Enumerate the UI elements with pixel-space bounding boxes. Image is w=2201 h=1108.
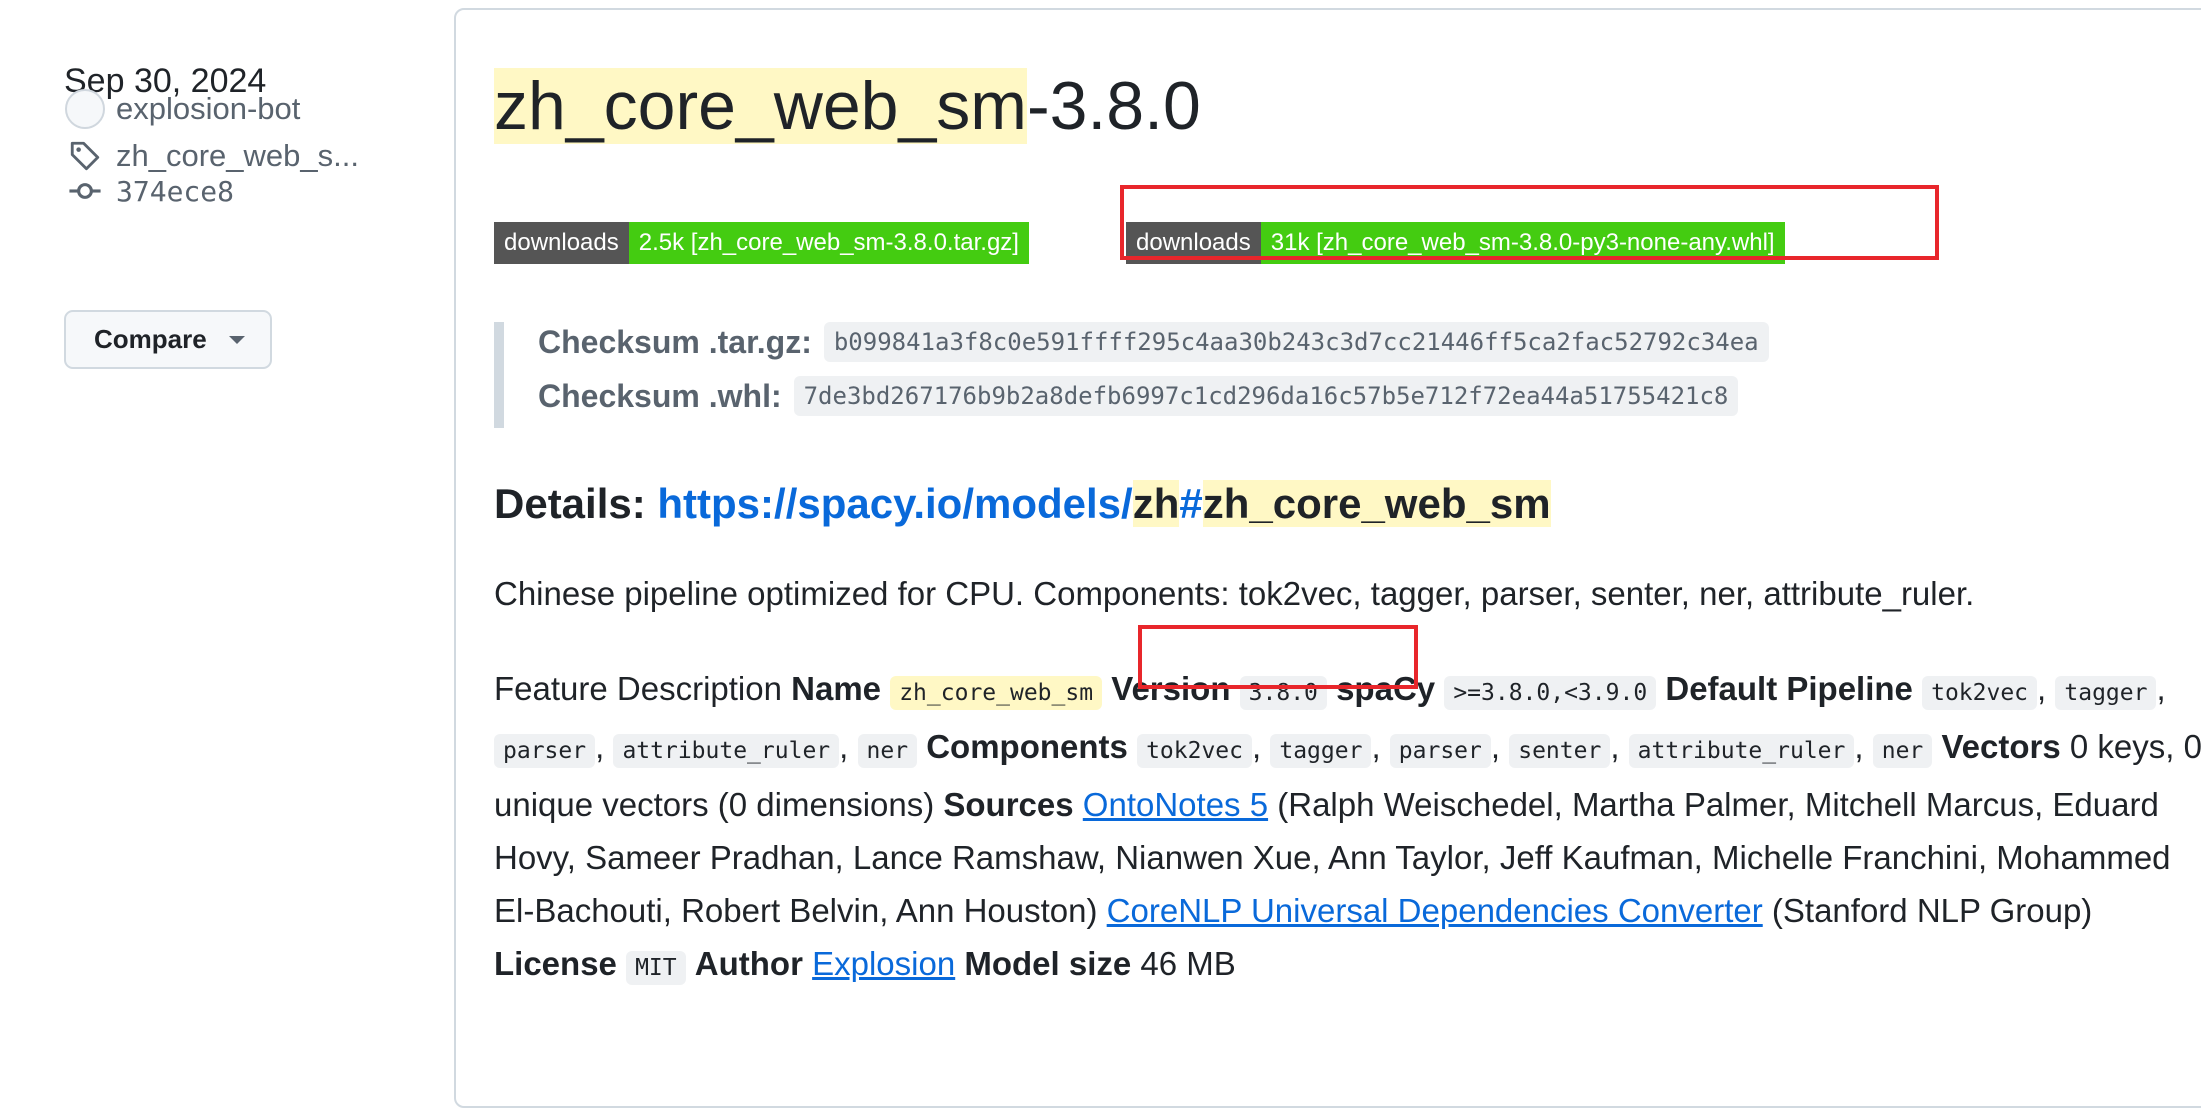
tag-name[interactable]: zh_core_web_s...	[116, 138, 359, 174]
pipeline-item: tok2vec	[1922, 676, 2038, 710]
commit-sha[interactable]: 374ece8	[116, 175, 234, 208]
feature-description: Feature Description Name zh_core_web_sm …	[494, 662, 2201, 995]
component-item: tok2vec	[1137, 734, 1252, 768]
release-title[interactable]: zh_core_web_sm-3.8.0	[494, 66, 1201, 148]
checksum-label: Checksum .tar.gz:	[538, 323, 812, 360]
pipeline-item: attribute_ruler	[613, 734, 840, 768]
ontonotes-link[interactable]: OntoNotes 5	[1083, 786, 1268, 823]
author-name[interactable]: explosion-bot	[116, 91, 300, 127]
badge-value: 2.5k [zh_core_web_sm-3.8.0.tar.gz]	[628, 222, 1029, 264]
model-description: Chinese pipeline optimized for CPU. Comp…	[494, 575, 1975, 612]
version-value: 3.8.0	[1239, 676, 1327, 710]
checksum-whl: Checksum .whl: 7de3bd267176b9b2a8defb699…	[538, 376, 1739, 416]
pipeline-item: parser	[494, 734, 596, 768]
badge-label: downloads	[494, 222, 629, 264]
title-highlight: zh_core_web_sm	[494, 68, 1027, 144]
component-item: attribute_ruler	[1628, 734, 1855, 768]
component-item: tagger	[1270, 734, 1372, 768]
checksum-value: 7de3bd267176b9b2a8defb6997c1cd296da16c57…	[793, 376, 1739, 416]
compare-label: Compare	[94, 324, 207, 354]
commit-row[interactable]: 374ece8	[64, 170, 234, 212]
license-value: MIT	[626, 951, 686, 985]
checksum-value: b099841a3f8c0e591ffff295c4aa30b243c3d7cc…	[823, 322, 1769, 362]
checksum-label: Checksum .whl:	[538, 377, 782, 414]
details-heading: Details: https://spacy.io/models/zh#zh_c…	[494, 480, 1551, 528]
pipeline-item: ner	[857, 734, 918, 768]
chevron-down-icon	[228, 335, 245, 344]
badge-value: 31k [zh_core_web_sm-3.8.0-py3-none-any.w…	[1260, 222, 1785, 264]
component-item: parser	[1389, 734, 1491, 768]
title-version: -3.8.0	[1026, 68, 1201, 144]
name-value: zh_core_web_sm	[890, 676, 1103, 710]
explosion-link[interactable]: Explosion	[812, 945, 955, 982]
author-row[interactable]: explosion-bot	[64, 88, 300, 130]
downloads-badge-targz[interactable]: downloads 2.5k [zh_core_web_sm-3.8.0.tar…	[494, 222, 1029, 264]
badge-label: downloads	[1126, 222, 1261, 264]
checksum-targz: Checksum .tar.gz: b099841a3f8c0e591ffff2…	[538, 322, 1769, 362]
avatar	[65, 89, 105, 129]
commit-icon	[64, 170, 106, 212]
spacy-version-value: >=3.8.0,<3.9.0	[1444, 676, 1657, 710]
component-item: senter	[1509, 734, 1611, 768]
corenlp-link[interactable]: CoreNLP Universal Dependencies Converter	[1107, 892, 1763, 929]
pipeline-item: tagger	[2055, 676, 2157, 710]
details-prefix: Details:	[494, 480, 646, 527]
components-list: tok2vec, tagger, parser, senter, attribu…	[1137, 728, 1933, 768]
details-link[interactable]: https://spacy.io/models/zh#zh_core_web_s…	[657, 480, 1551, 527]
release-card: zh_core_web_sm-3.8.0 downloads 2.5k [zh_…	[454, 8, 2201, 1108]
component-item: ner	[1872, 734, 1933, 768]
blockquote-bar	[494, 322, 504, 428]
compare-button[interactable]: Compare	[64, 310, 272, 369]
downloads-badge-whl[interactable]: downloads 31k [zh_core_web_sm-3.8.0-py3-…	[1126, 222, 1785, 264]
